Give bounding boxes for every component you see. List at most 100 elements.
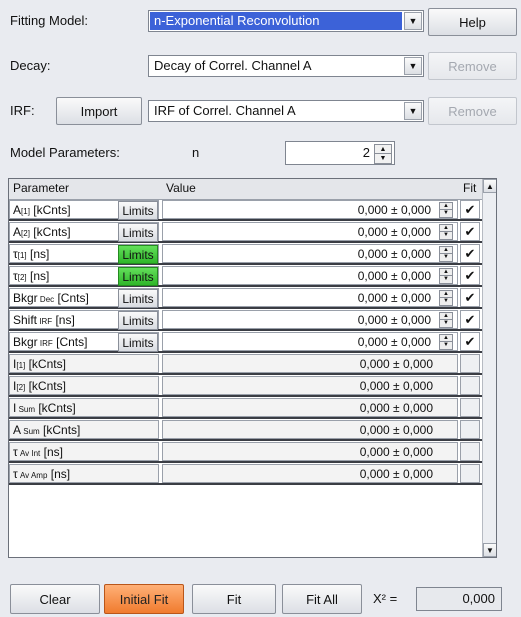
limits-button[interactable]: Limits [118, 245, 158, 264]
checkmark-icon[interactable]: ✔ [460, 244, 480, 263]
spinner-icon[interactable]: ▲ ▼ [439, 246, 453, 262]
fit-button[interactable]: Fit [192, 584, 276, 614]
spin-up-icon[interactable]: ▲ [440, 203, 452, 210]
parameter-unit: [Cnts] [54, 291, 89, 305]
spin-down-icon[interactable]: ▼ [375, 154, 391, 163]
spinner-icon[interactable]: ▲ ▼ [439, 290, 453, 306]
parameter-unit: [ns] [47, 467, 71, 481]
spin-down-icon[interactable]: ▼ [440, 254, 452, 261]
scroll-down-icon[interactable]: ▼ [483, 543, 496, 557]
spin-down-icon[interactable]: ▼ [440, 298, 452, 305]
spin-down-icon[interactable]: ▼ [440, 232, 452, 239]
checkmark-icon[interactable]: ✔ [460, 200, 480, 219]
remove-decay-button[interactable]: Remove [428, 52, 517, 80]
spin-down-icon[interactable]: ▼ [440, 342, 452, 349]
fitting-model-select[interactable]: n-Exponential Reconvolution ▼ [148, 10, 424, 32]
value-cell[interactable]: 0,000 ± 0,000 ▲ ▼ [162, 244, 458, 263]
column-header-parameter: Parameter [13, 181, 70, 195]
spin-up-icon[interactable]: ▲ [440, 291, 452, 298]
fit-cell [460, 398, 480, 417]
checkmark-icon[interactable]: ✔ [460, 288, 480, 307]
fit-cell [460, 464, 480, 483]
spin-up-icon[interactable]: ▲ [440, 247, 452, 254]
fit-all-button[interactable]: Fit All [282, 584, 362, 614]
table-row: Shift IRF [ns] Limits 0,000 ± 0,000 ▲ ▼ ✔ [9, 310, 496, 331]
checkmark-icon[interactable]: ✔ [460, 266, 480, 285]
limits-button[interactable]: Limits [118, 311, 158, 330]
help-button-label: Help [459, 14, 486, 30]
parameter-name: A Sum [kCnts] [13, 423, 80, 437]
scroll-up-icon[interactable]: ▲ [483, 179, 496, 193]
value-cell[interactable]: 0,000 ± 0,000 ▲ ▼ [162, 200, 458, 219]
parameter-cell: τ[2] [ns] Limits [9, 266, 159, 286]
value-text: 0,000 ± 0,000 [359, 379, 433, 393]
spinner-icon[interactable]: ▲ ▼ [439, 202, 453, 218]
fitting-model-label: Fitting Model: [10, 13, 89, 28]
spin-up-icon[interactable]: ▲ [440, 335, 452, 342]
value-cell: 0,000 ± 0,000 [162, 420, 458, 439]
parameter-name: A[2] [kCnts] [13, 225, 71, 239]
checkmark-icon[interactable]: ✔ [460, 310, 480, 329]
parameter-subscript: [1] [17, 251, 27, 260]
value-text: 0,000 ± 0,000 [359, 357, 433, 371]
parameter-symbol: Shift [13, 313, 38, 327]
spin-up-icon[interactable]: ▲ [440, 225, 452, 232]
parameter-cell: τ Av Amp [ns] [9, 464, 159, 483]
initial-fit-button[interactable]: Initial Fit [104, 584, 184, 614]
table-row: Bkgr IRF [Cnts] Limits 0,000 ± 0,000 ▲ ▼ ✔ [9, 332, 496, 353]
spinner-icon[interactable]: ▲ ▼ [439, 224, 453, 240]
spinner-icon[interactable]: ▲ ▼ [374, 144, 392, 164]
remove-irf-label: Remove [448, 103, 497, 119]
import-button[interactable]: Import [56, 97, 142, 125]
value-text: 0,000 ± 0,000 [359, 423, 433, 437]
parameter-cell: τ Av Int [ns] [9, 442, 159, 461]
value-cell: 0,000 ± 0,000 [162, 442, 458, 461]
spinner-icon[interactable]: ▲ ▼ [439, 312, 453, 328]
value-cell[interactable]: 0,000 ± 0,000 ▲ ▼ [162, 310, 458, 329]
table-scrollbar[interactable]: ▲ ▼ [482, 179, 496, 557]
parameter-cell: I Sum [kCnts] [9, 398, 159, 417]
value-text: 0,000 ± 0,000 [357, 225, 431, 239]
chevron-down-icon[interactable]: ▼ [404, 102, 422, 120]
chevron-down-icon[interactable]: ▼ [404, 12, 422, 30]
parameter-subscript: [2] [16, 383, 26, 392]
checkmark-icon[interactable]: ✔ [460, 222, 480, 241]
parameter-subscript: Sum [21, 427, 40, 436]
spinner-icon[interactable]: ▲ ▼ [439, 334, 453, 350]
spin-down-icon[interactable]: ▼ [440, 210, 452, 217]
limits-button[interactable]: Limits [118, 201, 158, 220]
parameter-subscript: Sum [16, 405, 36, 414]
irf-value: IRF of Correl. Channel A [154, 103, 296, 118]
spin-up-icon[interactable]: ▲ [375, 145, 391, 154]
spin-down-icon[interactable]: ▼ [440, 276, 452, 283]
remove-irf-button[interactable]: Remove [428, 97, 517, 125]
parameter-subscript: Av Int [17, 449, 41, 458]
help-button[interactable]: Help [428, 8, 517, 36]
decay-label: Decay: [10, 58, 51, 73]
limits-button[interactable]: Limits [118, 333, 158, 352]
spin-down-icon[interactable]: ▼ [440, 320, 452, 327]
parameter-symbol: A [13, 203, 22, 217]
irf-select[interactable]: IRF of Correl. Channel A ▼ [148, 100, 424, 122]
spin-up-icon[interactable]: ▲ [440, 313, 452, 320]
n-stepper[interactable]: 2 ▲ ▼ [285, 141, 395, 165]
value-cell[interactable]: 0,000 ± 0,000 ▲ ▼ [162, 266, 458, 285]
checkmark-icon[interactable]: ✔ [460, 332, 480, 351]
limits-button[interactable]: Limits [118, 289, 158, 308]
parameter-name: Bkgr Dec [Cnts] [13, 291, 89, 305]
table-row: A[2] [kCnts] Limits 0,000 ± 0,000 ▲ ▼ ✔ [9, 222, 496, 243]
spinner-icon[interactable]: ▲ ▼ [439, 268, 453, 284]
limits-button[interactable]: Limits [118, 267, 158, 286]
spin-up-icon[interactable]: ▲ [440, 269, 452, 276]
parameter-name: A[1] [kCnts] [13, 203, 71, 217]
value-cell[interactable]: 0,000 ± 0,000 ▲ ▼ [162, 222, 458, 241]
decay-select[interactable]: Decay of Correl. Channel A ▼ [148, 55, 424, 77]
value-cell[interactable]: 0,000 ± 0,000 ▲ ▼ [162, 332, 458, 351]
parameter-unit: [ns] [40, 445, 63, 459]
chevron-down-icon[interactable]: ▼ [404, 57, 422, 75]
value-cell[interactable]: 0,000 ± 0,000 ▲ ▼ [162, 288, 458, 307]
clear-button[interactable]: Clear [10, 584, 100, 614]
limits-button[interactable]: Limits [118, 223, 158, 242]
value-text: 0,000 ± 0,000 [357, 335, 431, 349]
parameter-subscript: [1] [21, 207, 30, 216]
